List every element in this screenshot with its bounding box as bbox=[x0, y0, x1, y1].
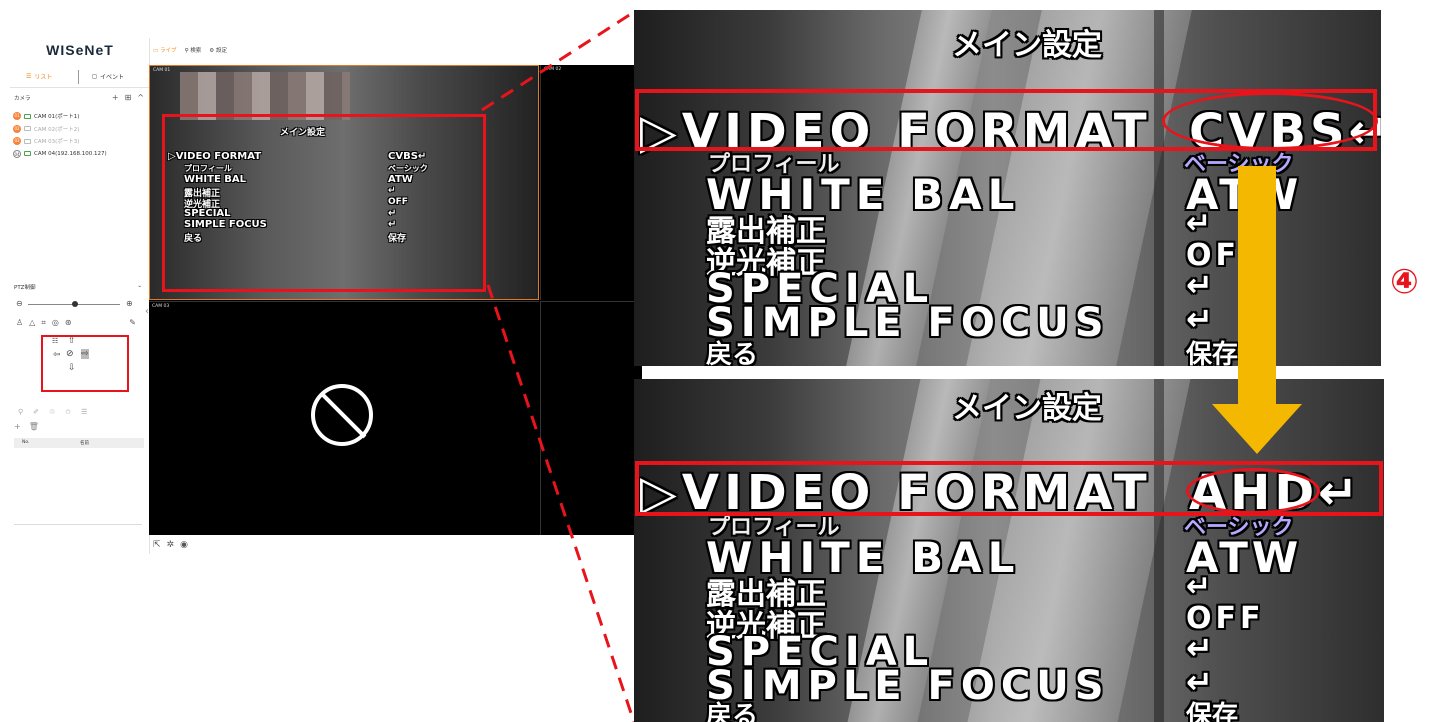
step-number: ④ bbox=[1390, 262, 1419, 302]
osd-value: 保存 bbox=[1186, 701, 1239, 722]
osd-label: SIMPLE FOCUS bbox=[706, 300, 1110, 346]
osd-value: ↵ bbox=[1186, 569, 1212, 604]
osd-value: ↵ bbox=[1186, 266, 1213, 304]
osd-label: 戻る bbox=[706, 340, 759, 366]
down-arrow-shaft bbox=[1238, 166, 1276, 406]
tutorial-figure: WISeNeT ☰ リスト ◻ イベント カメラ + ⊞ ^ 01 CAM 01… bbox=[0, 0, 1434, 722]
osd-value: ↵ bbox=[1186, 300, 1213, 338]
value-highlight-ellipse bbox=[1186, 468, 1320, 514]
osd-label: 戻る bbox=[706, 701, 759, 722]
osd-value: 保存 bbox=[1186, 340, 1239, 366]
value-highlight-ellipse bbox=[1162, 92, 1378, 150]
down-arrow-head bbox=[1212, 404, 1302, 454]
background-pole bbox=[1154, 379, 1164, 722]
osd-label: SIMPLE FOCUS bbox=[706, 663, 1110, 709]
osd-value: ↵ bbox=[1186, 629, 1213, 667]
osd-title: メイン設定 bbox=[952, 28, 1102, 63]
background-pole bbox=[1154, 10, 1164, 366]
osd-title: メイン設定 bbox=[952, 391, 1102, 426]
osd-value: ↵ bbox=[1186, 206, 1212, 241]
